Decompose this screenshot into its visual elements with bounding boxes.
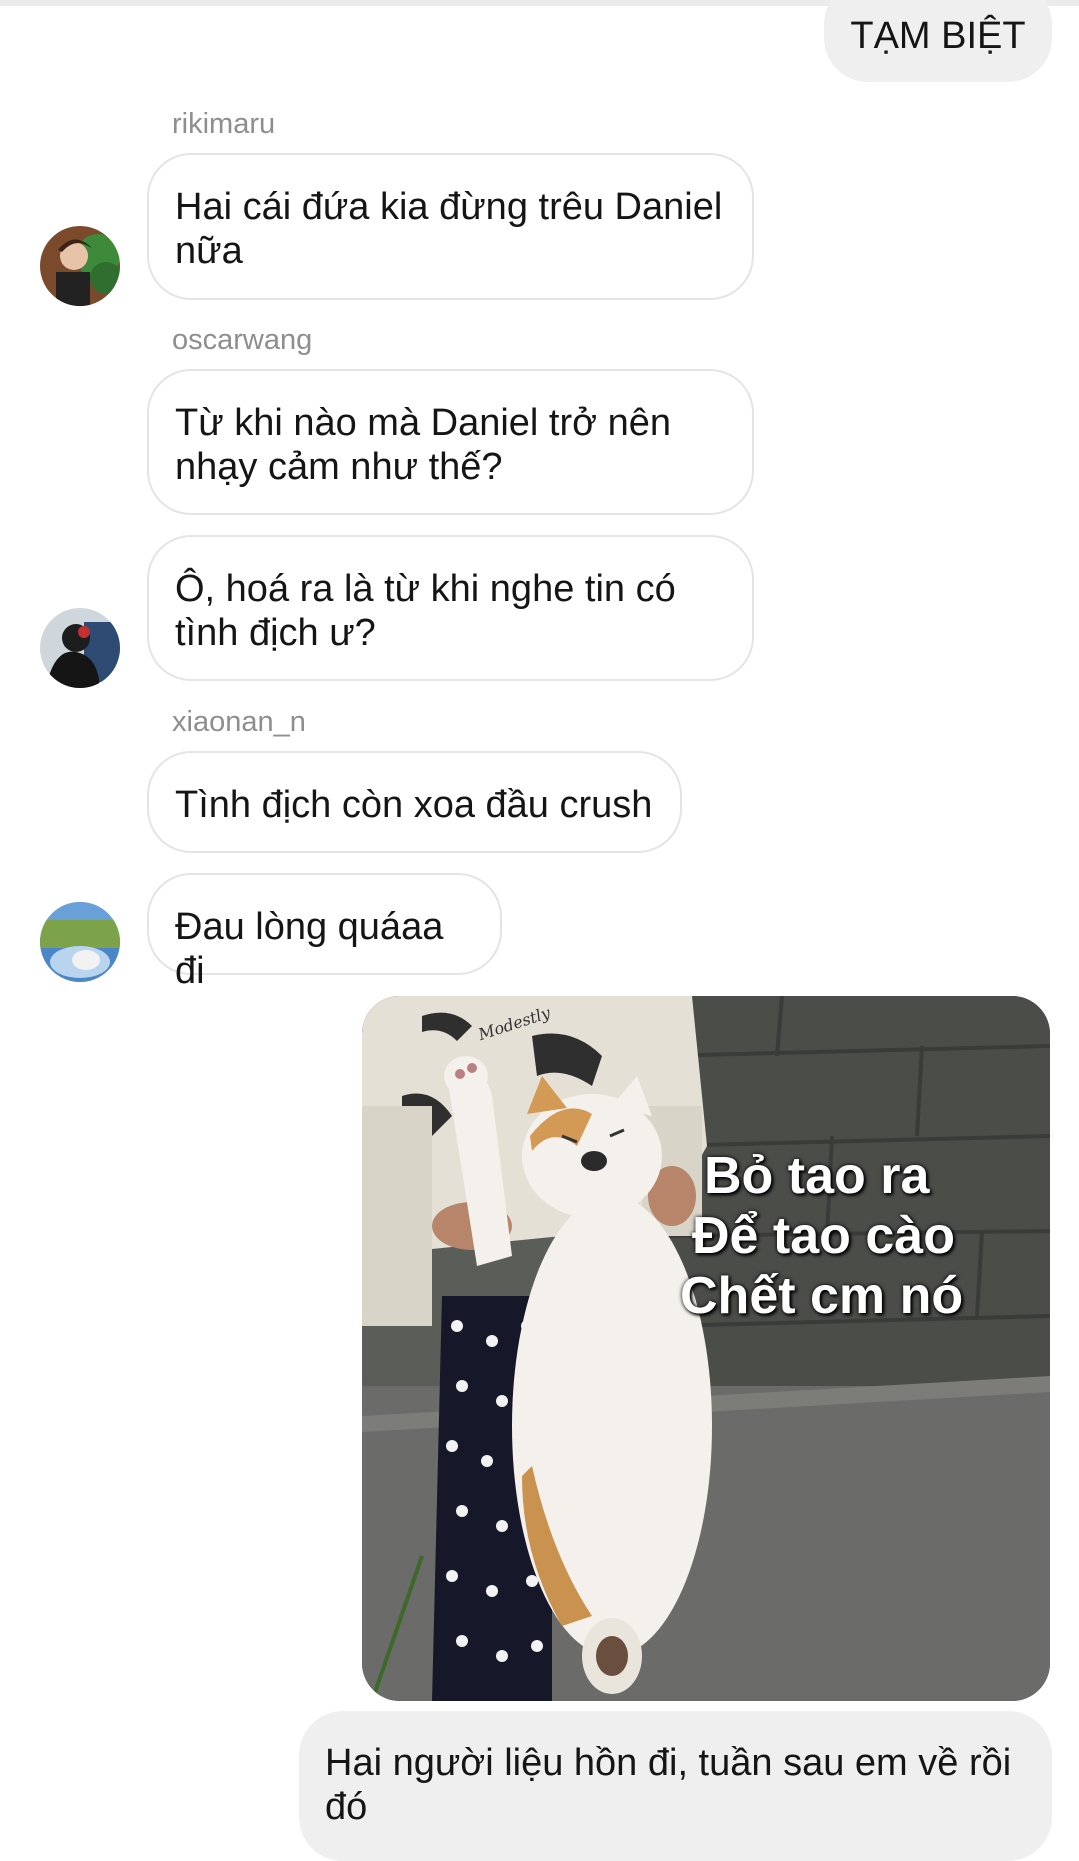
meme-caption-line: Bỏ tao ra [704, 1147, 930, 1205]
meme-illustration [362, 996, 1050, 1701]
avatar-image [40, 226, 120, 306]
message-text: Hai cái đứa kia đừng trêu Daniel nữa [175, 186, 723, 272]
avatar-xiaonan-n[interactable] [40, 902, 120, 982]
message-bubble-received[interactable]: Hai cái đứa kia đừng trêu Daniel nữa [147, 153, 754, 300]
message-text: TẠM BIỆT [850, 15, 1026, 57]
message-text: Đau lòng quáaa đi [175, 906, 444, 992]
message-text: Từ khi nào mà Daniel trở nên nhạy cảm nh… [175, 402, 672, 488]
avatar-rikimaru[interactable] [40, 226, 120, 306]
meme-caption-line: Chết cm nó [680, 1267, 964, 1325]
message-bubble-received[interactable]: Từ khi nào mà Daniel trở nên nhạy cảm nh… [147, 369, 754, 515]
meme-caption-line: Để tao cào [692, 1207, 955, 1265]
message-bubble-received[interactable]: Tình địch còn xoa đầu crush [147, 751, 682, 853]
avatar-oscarwang[interactable] [40, 608, 120, 688]
avatar-image [40, 902, 120, 982]
message-text: Tình địch còn xoa đầu crush [175, 784, 653, 826]
sender-username: oscarwang [172, 324, 313, 356]
message-bubble-received[interactable]: Đau lòng quáaa đi [147, 873, 502, 992]
sender-username: xiaonan_n [172, 706, 306, 738]
avatar-image [40, 608, 120, 688]
message-bubble-sent[interactable]: TẠM BIỆT [824, 0, 1052, 82]
sender-username: rikimaru [172, 108, 276, 140]
message-bubble-received[interactable]: Ô, hoá ra là từ khi nghe tin có tình địc… [147, 535, 754, 681]
message-text: Hai người liệu hồn đi, tuần sau em về rồ… [325, 1742, 1012, 1828]
message-bubble-sent[interactable]: Hai người liệu hồn đi, tuần sau em về rồ… [299, 1711, 1052, 1861]
message-text: Ô, hoá ra là từ khi nghe tin có tình địc… [175, 568, 676, 654]
meme-image[interactable]: Bỏ tao ra Để tao cào Chết cm nó Modestly [362, 996, 1050, 1701]
